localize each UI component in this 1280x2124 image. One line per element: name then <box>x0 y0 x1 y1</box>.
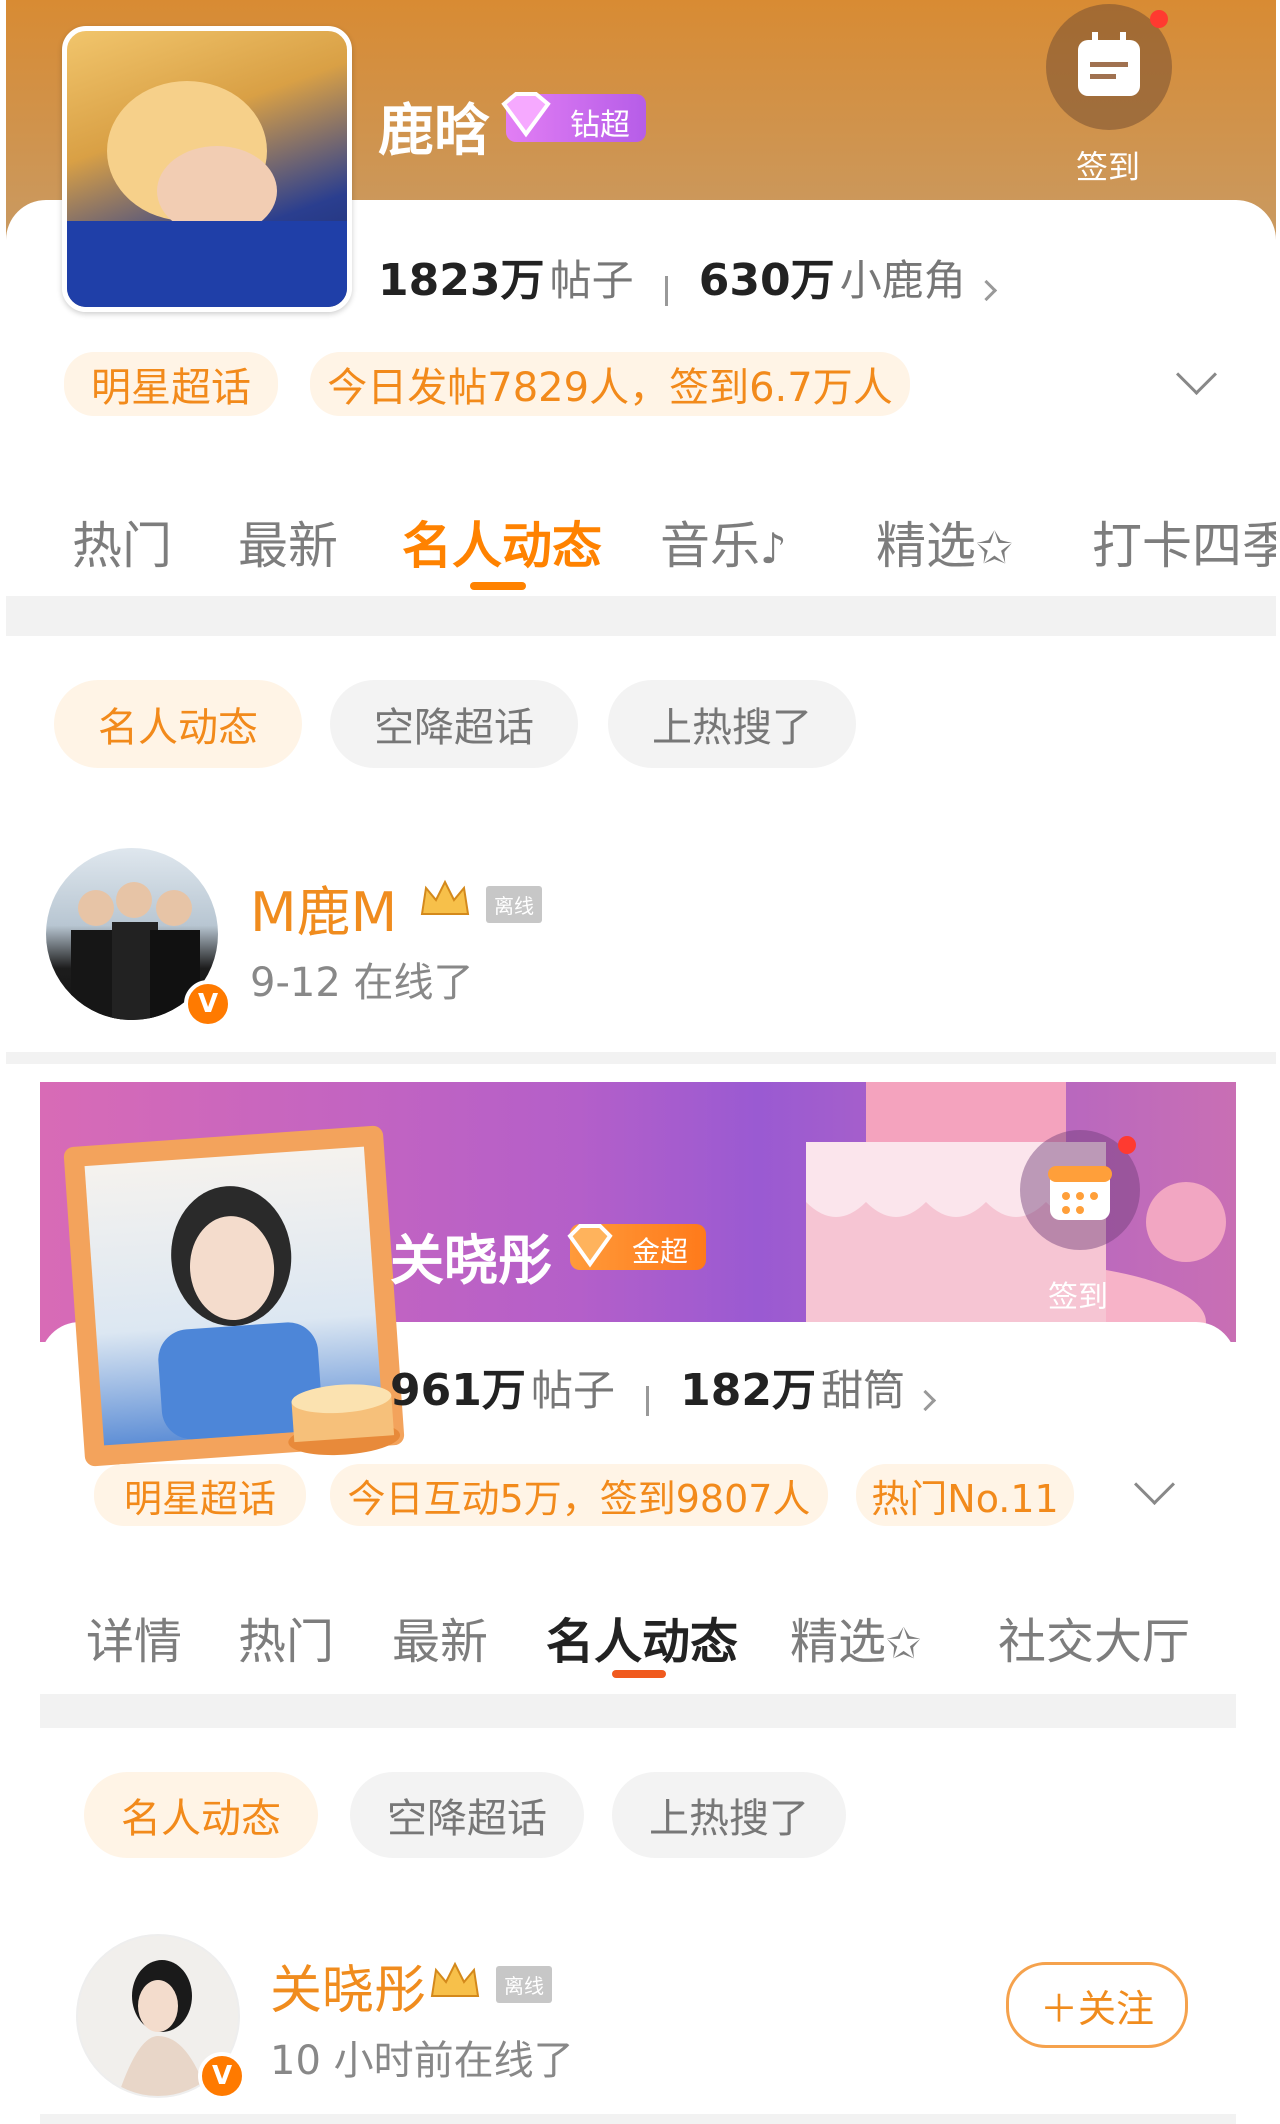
crown-icon <box>420 879 470 915</box>
posts-count: 961万 <box>390 1365 526 1416</box>
tab-latest[interactable]: 最新 <box>392 1602 488 1672</box>
pill-category[interactable]: 明星超话 <box>94 1464 306 1526</box>
supertopic-card-guanxiaotong: 关晓彤 金超 签到 961万 帖子 182万 甜筒 明星超话 今日互动5万，签到… <box>40 1082 1236 2124</box>
level-badge: 钻超 <box>501 92 646 143</box>
tab-details[interactable]: 详情 <box>86 1602 182 1672</box>
cake-decoration-icon <box>288 1384 401 1456</box>
active-tab-indicator <box>612 1670 666 1678</box>
tab-celebrity[interactable]: 名人动态 <box>546 1602 738 1672</box>
verified-badge: V <box>198 2052 246 2100</box>
tab-celebrity[interactable]: 名人动态 <box>402 506 602 578</box>
notification-dot <box>1150 10 1168 28</box>
stats-row[interactable]: 1823万 帖子 630万 小鹿角 <box>378 244 997 308</box>
chevron-right-icon <box>975 279 997 302</box>
tab-featured[interactable]: 精选✩ <box>790 1602 921 1672</box>
checkin-label: 签到 <box>1076 148 1141 186</box>
active-tab-indicator <box>470 582 526 590</box>
posts-count: 1823万 <box>378 255 545 306</box>
filter-celebrity[interactable]: 名人动态 <box>84 1772 318 1858</box>
pill-daily-stats[interactable]: 今日发帖7829人，签到6.7万人 <box>310 352 910 416</box>
follow-button[interactable]: ＋关注 <box>1006 1962 1188 2048</box>
topic-name: 鹿晗 <box>378 99 490 164</box>
filter-trending[interactable]: 上热搜了 <box>608 680 856 768</box>
calendar-icon <box>1078 32 1140 96</box>
star-icon: ✩ <box>886 1619 922 1668</box>
card-bottom-divider <box>6 1052 1276 1064</box>
filter-airdrop[interactable]: 空降超话 <box>350 1772 584 1858</box>
level-badge: 金超 <box>567 1224 706 1270</box>
stats-divider <box>664 275 668 306</box>
fans-label: 小鹿角 <box>839 256 966 305</box>
supertopic-card-luhan: 鹿晗 钻超 签到 1823万 帖子 630万 小鹿角 明星超话 今日发帖7829… <box>6 0 1276 1065</box>
offline-badge: 离线 <box>486 886 542 923</box>
calendar-icon <box>1048 1166 1112 1220</box>
fans-label: 甜筒 <box>821 1366 906 1415</box>
filter-trending[interactable]: 上热搜了 <box>612 1772 846 1858</box>
tab-featured[interactable]: 精选✩ <box>876 506 1013 578</box>
online-status: 10 小时前在线了 <box>270 2038 574 2084</box>
pill-daily-stats[interactable]: 今日互动5万，签到9807人 <box>330 1464 828 1526</box>
card-bottom-divider <box>40 2114 1236 2124</box>
posts-label: 帖子 <box>530 1366 615 1415</box>
music-note-icon: ♪ <box>760 524 787 573</box>
stats-divider <box>646 1385 650 1416</box>
topic-avatar[interactable] <box>63 1125 405 1467</box>
tab-hot[interactable]: 热门 <box>72 506 172 578</box>
posts-label: 帖子 <box>549 256 634 305</box>
section-divider <box>6 596 1276 636</box>
checkin-button[interactable]: 签到 <box>1046 4 1176 186</box>
tab-featured-label: 精选 <box>790 1614 887 1670</box>
offline-badge: 离线 <box>496 1966 552 2003</box>
pill-hot-rank[interactable]: 热门No.11 <box>856 1464 1074 1526</box>
fans-count: 630万 <box>698 255 835 306</box>
level-badge-label: 金超 <box>632 1235 689 1268</box>
filter-airdrop[interactable]: 空降超话 <box>330 680 578 768</box>
star-icon: ✩ <box>976 523 1013 574</box>
tab-featured-label: 精选 <box>876 517 976 575</box>
stats-row[interactable]: 961万 帖子 182万 甜筒 <box>390 1354 937 1418</box>
checkin-button[interactable]: 签到 <box>1020 1130 1150 1315</box>
checkin-label: 签到 <box>1048 1280 1108 1315</box>
avatar-portrait-icon <box>67 81 347 307</box>
section-divider <box>40 1694 1236 1728</box>
filter-celebrity[interactable]: 名人动态 <box>54 680 302 768</box>
verified-badge: V <box>184 980 232 1028</box>
topic-name: 关晓彤 <box>390 1229 552 1292</box>
notification-dot <box>1118 1136 1136 1154</box>
tab-hot[interactable]: 热门 <box>238 1602 334 1672</box>
diamond-icon <box>567 1224 613 1268</box>
pill-category[interactable]: 明星超话 <box>64 352 278 416</box>
tab-checkin-seasons[interactable]: 打卡四季 <box>1092 506 1276 578</box>
celebrity-name[interactable]: 关晓彤 <box>270 1948 426 2023</box>
level-badge-label: 钻超 <box>570 108 630 143</box>
tab-latest[interactable]: 最新 <box>238 506 338 578</box>
tab-music-label: 音乐 <box>660 517 760 575</box>
crown-icon <box>430 1961 480 1997</box>
tab-music[interactable]: 音乐♪ <box>660 506 787 578</box>
online-status: 9-12 在线了 <box>250 960 474 1006</box>
fans-count: 182万 <box>680 1365 817 1416</box>
diamond-icon <box>501 92 551 138</box>
celebrity-name[interactable]: M鹿M <box>250 868 397 947</box>
birthday-cake-illustration <box>806 1082 1226 1342</box>
topic-avatar[interactable] <box>62 26 352 312</box>
tab-social-hall[interactable]: 社交大厅 <box>998 1602 1190 1672</box>
chevron-right-icon <box>915 1389 937 1412</box>
